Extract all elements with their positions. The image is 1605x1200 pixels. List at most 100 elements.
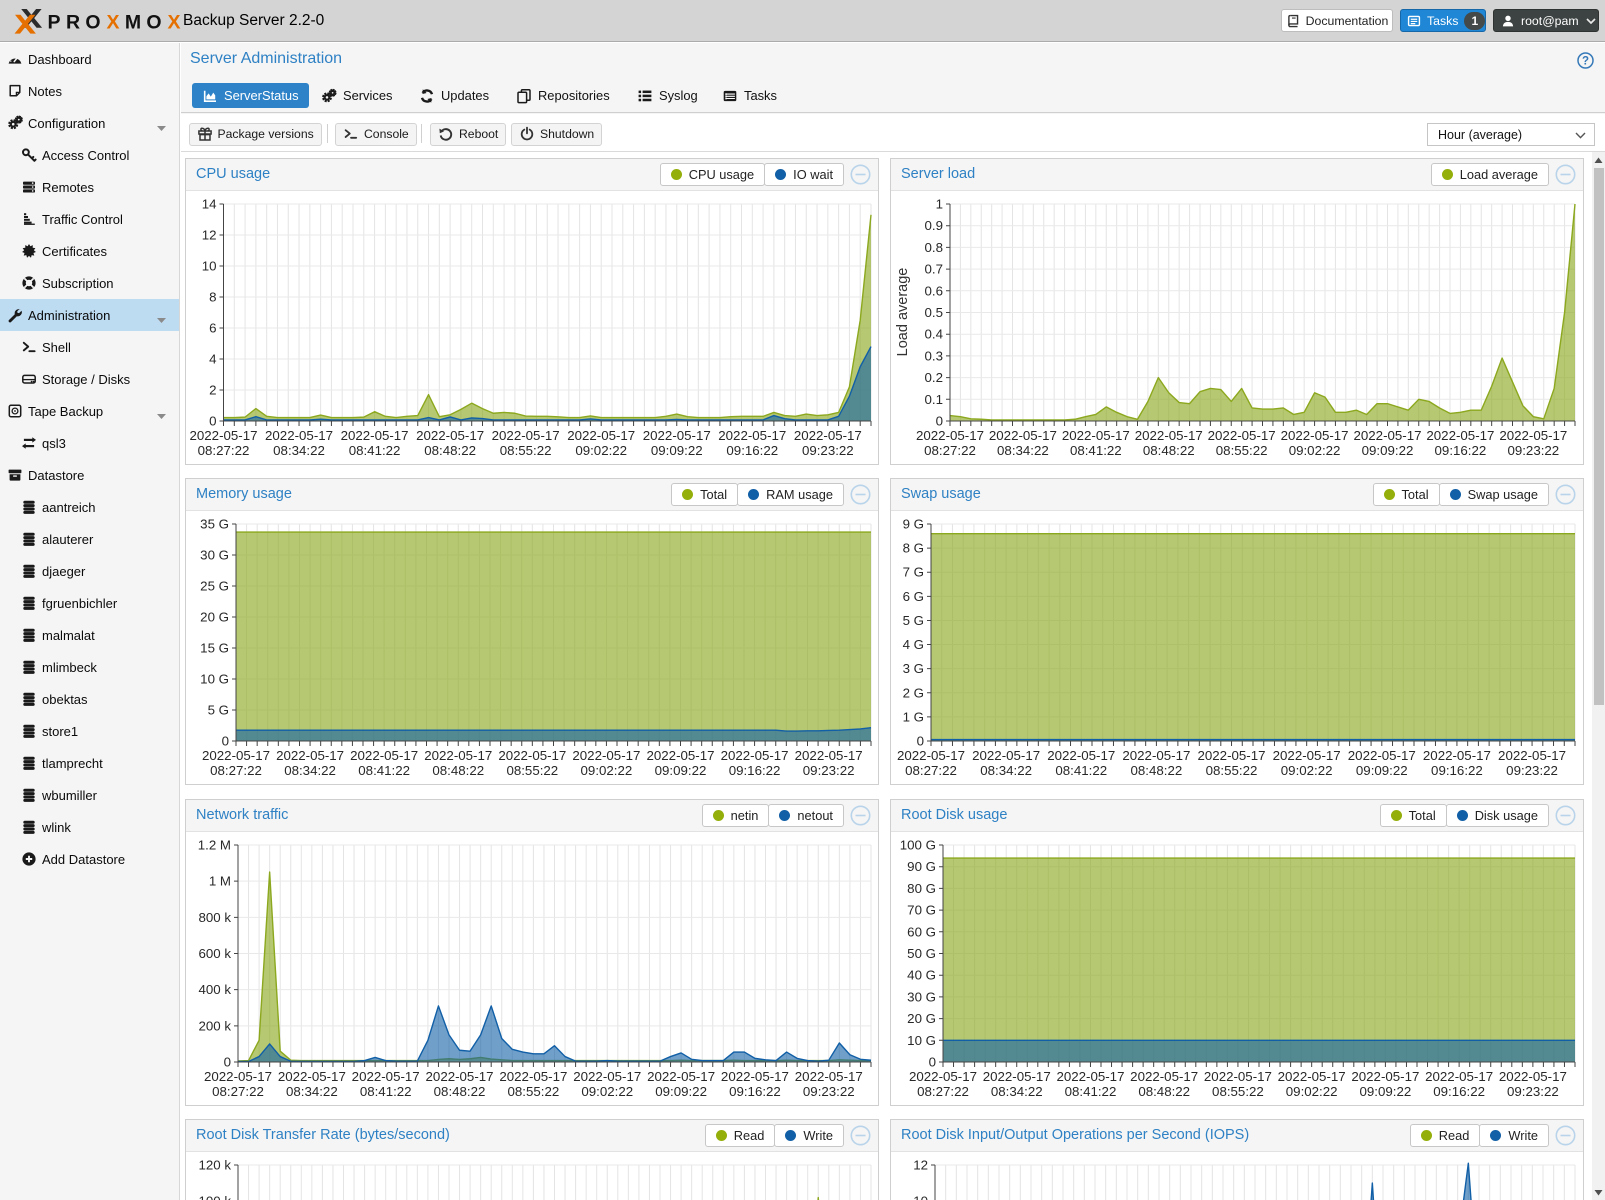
svg-text:1.2 M: 1.2 M [198, 838, 231, 853]
svg-text:09:09:22: 09:09:22 [1356, 763, 1408, 778]
svg-text:09:02:22: 09:02:22 [581, 763, 633, 778]
svg-text:120 k: 120 k [198, 1158, 231, 1173]
svg-text:08:34:22: 08:34:22 [286, 1084, 338, 1099]
svg-text:200 k: 200 k [198, 1018, 231, 1033]
svg-text:20 G: 20 G [200, 610, 229, 625]
svg-text:2022-05-17: 2022-05-17 [1122, 748, 1190, 763]
svg-text:09:16:22: 09:16:22 [729, 763, 781, 778]
svg-text:0.8: 0.8 [925, 240, 944, 255]
svg-text:09:23:22: 09:23:22 [1507, 1084, 1559, 1099]
svg-text:2022-05-17: 2022-05-17 [278, 1069, 346, 1084]
svg-text:35 G: 35 G [200, 517, 229, 532]
svg-text:0: 0 [222, 734, 229, 749]
svg-text:08:27:22: 08:27:22 [905, 763, 957, 778]
svg-text:2022-05-17: 2022-05-17 [1273, 748, 1341, 763]
svg-text:2022-05-17: 2022-05-17 [1425, 1069, 1493, 1084]
svg-text:3 G: 3 G [903, 661, 924, 676]
svg-text:2022-05-17: 2022-05-17 [1498, 748, 1566, 763]
svg-text:2022-05-17: 2022-05-17 [352, 1069, 420, 1084]
svg-text:08:41:22: 08:41:22 [1055, 763, 1107, 778]
svg-text:8: 8 [209, 290, 216, 305]
svg-text:2022-05-17: 2022-05-17 [795, 748, 863, 763]
svg-text:08:27:22: 08:27:22 [917, 1084, 969, 1099]
svg-text:800 k: 800 k [198, 910, 231, 925]
svg-text:08:34:22: 08:34:22 [284, 763, 336, 778]
svg-text:08:27:22: 08:27:22 [198, 443, 250, 458]
svg-text:08:55:22: 08:55:22 [1212, 1084, 1264, 1099]
svg-text:?: ? [1582, 56, 1589, 68]
svg-text:2022-05-17: 2022-05-17 [1499, 428, 1567, 443]
svg-text:0.1: 0.1 [925, 392, 944, 407]
svg-text:2022-05-17: 2022-05-17 [1130, 1069, 1198, 1084]
svg-text:5 G: 5 G [903, 613, 924, 628]
svg-text:6 G: 6 G [903, 589, 924, 604]
svg-text:80 G: 80 G [907, 881, 936, 896]
svg-text:9 G: 9 G [903, 517, 924, 532]
svg-text:4 G: 4 G [903, 637, 924, 652]
svg-text:08:55:22: 08:55:22 [1216, 443, 1268, 458]
svg-text:09:23:22: 09:23:22 [1506, 763, 1558, 778]
svg-text:2022-05-17: 2022-05-17 [1353, 428, 1421, 443]
svg-text:08:27:22: 08:27:22 [212, 1084, 264, 1099]
svg-text:2022-05-17: 2022-05-17 [721, 1069, 789, 1084]
svg-text:2022-05-17: 2022-05-17 [1198, 748, 1266, 763]
svg-text:2022-05-17: 2022-05-17 [718, 428, 786, 443]
svg-text:0.3: 0.3 [925, 348, 944, 363]
svg-text:09:23:22: 09:23:22 [803, 763, 855, 778]
svg-text:09:09:22: 09:09:22 [655, 763, 707, 778]
svg-text:2022-05-17: 2022-05-17 [1062, 428, 1130, 443]
svg-text:600 k: 600 k [198, 946, 231, 961]
svg-text:2022-05-17: 2022-05-17 [426, 1069, 494, 1084]
svg-text:08:41:22: 08:41:22 [1070, 443, 1122, 458]
svg-text:400 k: 400 k [198, 982, 231, 997]
svg-text:X: X [167, 12, 180, 34]
svg-text:2022-05-17: 2022-05-17 [1278, 1069, 1346, 1084]
svg-text:40 G: 40 G [907, 968, 936, 983]
svg-text:2022-05-17: 2022-05-17 [643, 428, 711, 443]
svg-text:2022-05-17: 2022-05-17 [1135, 428, 1203, 443]
svg-text:09:23:22: 09:23:22 [802, 443, 854, 458]
svg-text:2022-05-17: 2022-05-17 [498, 748, 566, 763]
svg-text:4: 4 [209, 352, 216, 367]
svg-text:2022-05-17: 2022-05-17 [572, 748, 640, 763]
svg-text:2022-05-17: 2022-05-17 [1281, 428, 1349, 443]
svg-text:08:34:22: 08:34:22 [997, 443, 1049, 458]
svg-text:08:41:22: 08:41:22 [349, 443, 401, 458]
svg-text:09:23:22: 09:23:22 [803, 1084, 855, 1099]
svg-text:0: 0 [929, 1055, 936, 1070]
svg-text:08:55:22: 08:55:22 [1206, 763, 1258, 778]
svg-text:20 G: 20 G [907, 1011, 936, 1026]
svg-text:90 G: 90 G [907, 859, 936, 874]
svg-text:08:48:22: 08:48:22 [424, 443, 476, 458]
svg-text:2022-05-17: 2022-05-17 [897, 748, 965, 763]
svg-text:2022-05-17: 2022-05-17 [416, 428, 484, 443]
svg-text:2022-05-17: 2022-05-17 [1204, 1069, 1272, 1084]
svg-text:09:16:22: 09:16:22 [1433, 1084, 1485, 1099]
svg-text:2022-05-17: 2022-05-17 [1351, 1069, 1419, 1084]
svg-text:09:02:22: 09:02:22 [1286, 1084, 1338, 1099]
svg-text:08:41:22: 08:41:22 [1065, 1084, 1117, 1099]
svg-text:30 G: 30 G [907, 989, 936, 1004]
svg-text:09:16:22: 09:16:22 [729, 1084, 781, 1099]
svg-text:09:16:22: 09:16:22 [1431, 763, 1483, 778]
svg-text:0.2: 0.2 [925, 370, 944, 385]
svg-text:1 G: 1 G [903, 709, 924, 724]
svg-text:08:41:22: 08:41:22 [360, 1084, 412, 1099]
svg-text:2022-05-17: 2022-05-17 [794, 428, 862, 443]
svg-text:2 G: 2 G [903, 685, 924, 700]
svg-text:P: P [47, 12, 60, 34]
svg-text:2022-05-17: 2022-05-17 [1423, 748, 1491, 763]
svg-text:0: 0 [224, 1055, 231, 1070]
svg-text:2022-05-17: 2022-05-17 [265, 428, 333, 443]
svg-text:2022-05-17: 2022-05-17 [573, 1069, 641, 1084]
svg-text:09:16:22: 09:16:22 [726, 443, 778, 458]
svg-text:2022-05-17: 2022-05-17 [492, 428, 560, 443]
svg-text:10 G: 10 G [907, 1033, 936, 1048]
svg-text:Load average: Load average [895, 268, 911, 357]
svg-text:8 G: 8 G [903, 541, 924, 556]
svg-text:2: 2 [209, 383, 216, 398]
svg-text:2022-05-17: 2022-05-17 [1047, 748, 1115, 763]
svg-text:15 G: 15 G [200, 641, 229, 656]
svg-text:2022-05-17: 2022-05-17 [646, 748, 714, 763]
svg-text:09:09:22: 09:09:22 [1362, 443, 1414, 458]
